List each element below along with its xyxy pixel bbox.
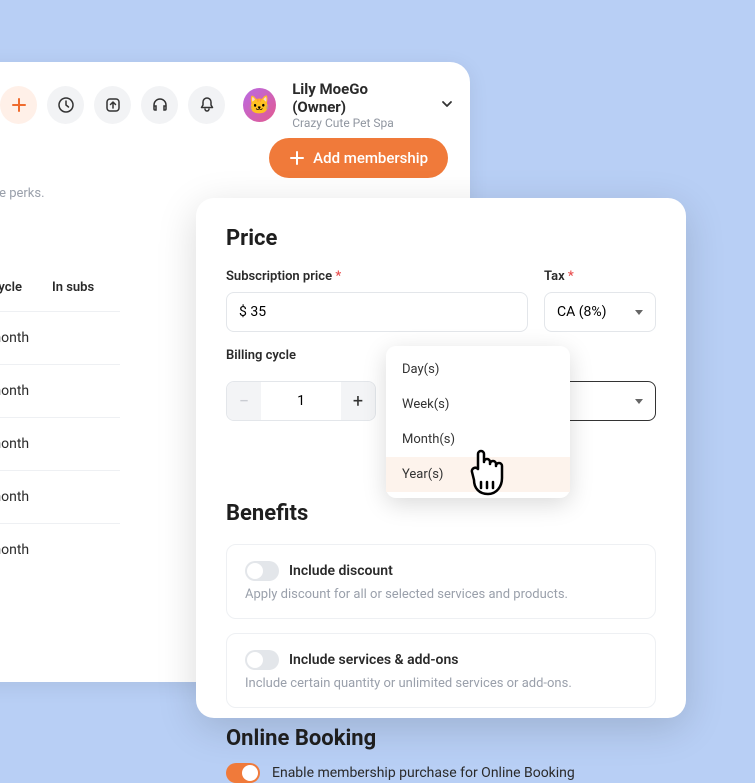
benefit-services-card: Include services & add-ons Include certa… bbox=[226, 633, 656, 708]
chevron-down-icon bbox=[635, 310, 643, 315]
stepper-value: 1 bbox=[261, 393, 341, 409]
stepper-plus-button[interactable]: + bbox=[341, 381, 375, 421]
avatar[interactable]: 🐱 bbox=[243, 88, 276, 122]
th-insub: In subs bbox=[52, 280, 94, 295]
benefit-services-title: Include services & add-ons bbox=[289, 652, 458, 668]
tax-select[interactable]: CA (8%) bbox=[544, 292, 656, 332]
tax-field: Tax * CA (8%) bbox=[544, 269, 656, 332]
membership-table: Price Billing cycle In subs 5.00Every mo… bbox=[0, 280, 120, 576]
include-discount-toggle[interactable] bbox=[245, 561, 279, 581]
chevron-down-icon bbox=[635, 399, 643, 404]
online-booking-toggle[interactable] bbox=[226, 763, 260, 783]
benefit-discount-title: Include discount bbox=[289, 563, 393, 579]
tax-label: Tax * bbox=[544, 269, 656, 284]
upload-icon-button[interactable] bbox=[94, 86, 131, 124]
th-cycle: Billing cycle bbox=[0, 280, 52, 295]
benefit-discount-desc: Apply discount for all or selected servi… bbox=[245, 587, 637, 602]
table-row[interactable]: 0.00Every month bbox=[0, 364, 120, 417]
plus-icon-button[interactable] bbox=[0, 86, 37, 124]
include-services-toggle[interactable] bbox=[245, 650, 279, 670]
benefit-discount-card: Include discount Apply discount for all … bbox=[226, 544, 656, 619]
user-name: Lily MoeGo (Owner) bbox=[292, 80, 422, 116]
price-section-title: Price bbox=[226, 226, 656, 251]
subscription-price-label: Subscription price * bbox=[226, 269, 528, 284]
plus-icon bbox=[289, 150, 305, 166]
table-row[interactable]: 5.00Every month bbox=[0, 470, 120, 523]
table-row[interactable]: 0.00Every month bbox=[0, 417, 120, 470]
online-booking-label: Enable membership purchase for Online Bo… bbox=[272, 765, 575, 781]
user-sub: Crazy Cute Pet Spa bbox=[292, 116, 422, 130]
billing-cycle-dropdown: Day(s) Week(s) Month(s) Year(s) bbox=[386, 346, 570, 498]
bell-icon-button[interactable] bbox=[188, 86, 225, 124]
dropdown-item-years[interactable]: Year(s) bbox=[386, 457, 570, 492]
benefit-services-desc: Include certain quantity or unlimited se… bbox=[245, 676, 637, 691]
billing-stepper: − 1 + bbox=[226, 381, 376, 421]
headset-icon-button[interactable] bbox=[141, 86, 178, 124]
price-modal: Price Subscription price * $ 35 Tax * CA… bbox=[196, 198, 686, 718]
benefits-section-title: Benefits bbox=[226, 501, 656, 526]
add-membership-button[interactable]: Add membership bbox=[269, 138, 448, 178]
user-info: Lily MoeGo (Owner) Crazy Cute Pet Spa bbox=[292, 80, 422, 130]
dropdown-item-weeks[interactable]: Week(s) bbox=[386, 387, 570, 422]
chevron-down-icon[interactable] bbox=[440, 96, 454, 115]
online-booking-section-title: Online Booking bbox=[226, 726, 656, 751]
table-row[interactable]: 5.00Every month bbox=[0, 311, 120, 364]
stepper-minus-button[interactable]: − bbox=[227, 381, 261, 421]
table-header: Price Billing cycle In subs bbox=[0, 280, 120, 311]
table-row[interactable]: 0.00Every month bbox=[0, 523, 120, 576]
clock-icon-button[interactable] bbox=[47, 86, 84, 124]
perks-text: rvices or exclusive perks. bbox=[0, 186, 45, 201]
subscription-price-field: Subscription price * $ 35 bbox=[226, 269, 528, 332]
subscription-price-input[interactable]: $ 35 bbox=[226, 292, 528, 332]
add-membership-label: Add membership bbox=[313, 149, 428, 167]
dropdown-item-days[interactable]: Day(s) bbox=[386, 352, 570, 387]
dropdown-item-months[interactable]: Month(s) bbox=[386, 422, 570, 457]
